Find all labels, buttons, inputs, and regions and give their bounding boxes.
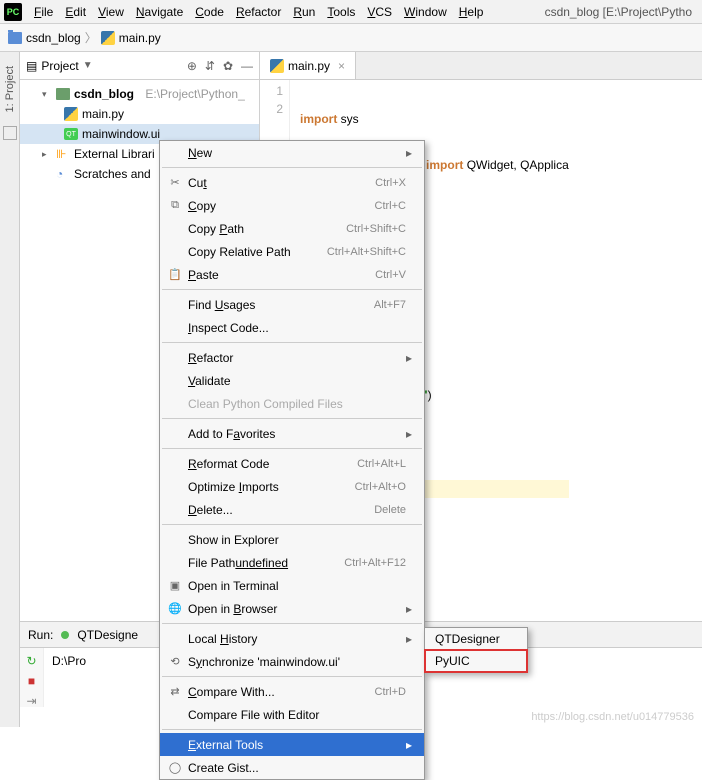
run-status-icon — [61, 631, 69, 639]
run-config-name[interactable]: QTDesigne — [77, 628, 138, 642]
ctx-refactor[interactable]: Refactor▸ — [160, 346, 424, 369]
context-menu: New▸ ✂CutCtrl+X⧉CopyCtrl+CCopy PathCtrl+S… — [159, 140, 425, 780]
submenu-pyuic[interactable]: PyUIC — [425, 650, 527, 672]
menu-help[interactable]: Help — [453, 3, 490, 21]
sidebar-title[interactable]: Project — [41, 59, 78, 73]
python-icon — [64, 107, 78, 121]
breadcrumb-file[interactable]: main.py — [119, 31, 161, 45]
ctx-copy-relative-path[interactable]: Copy Relative PathCtrl+Alt+Shift+C — [160, 240, 424, 263]
project-view-icon: ▤ — [26, 59, 37, 73]
ctx-find-usages[interactable]: Find UsagesAlt+F7 — [160, 293, 424, 316]
ctx-show-in-explorer[interactable]: Show in Explorer — [160, 528, 424, 551]
target-icon[interactable]: ⊕ — [187, 59, 197, 73]
ctx-compare-file-with-editor[interactable]: Compare File with Editor — [160, 703, 424, 726]
structure-tool-tab[interactable] — [3, 126, 17, 140]
ctx-open-in-terminal[interactable]: ▣Open in Terminal — [160, 574, 424, 597]
collapse-icon[interactable]: ⇵ — [205, 59, 215, 73]
ctx-delete-[interactable]: Delete...Delete — [160, 498, 424, 521]
menu-tools[interactable]: Tools — [321, 3, 361, 21]
watermark: https://blog.csdn.net/u014779536 — [531, 711, 694, 723]
submenu-qtdesigner[interactable]: QTDesigner — [425, 628, 527, 650]
ctx-local-history[interactable]: Local History▸ — [160, 627, 424, 650]
qt-ui-icon: QT — [64, 128, 78, 140]
menu-navigate[interactable]: Navigate — [130, 3, 189, 21]
scratches-icon: ◔ — [56, 167, 70, 181]
python-icon — [101, 31, 115, 45]
ctx-synchronize-mainwindow-ui-[interactable]: ⟲Synchronize 'mainwindow.ui' — [160, 650, 424, 673]
menu-vcs[interactable]: VCS — [361, 3, 398, 21]
ctx-compare-with-[interactable]: ⇄Compare With...Ctrl+D — [160, 680, 424, 703]
tree-root[interactable]: ▾ csdn_blog E:\Project\Python_ — [20, 84, 259, 104]
exit-icon[interactable]: ⇥ — [26, 694, 36, 708]
gear-icon[interactable]: ✿ — [223, 59, 233, 73]
close-icon[interactable]: × — [338, 59, 345, 73]
app-icon: PC — [4, 3, 22, 21]
chevron-right-icon: 〉 — [85, 29, 97, 46]
rerun-icon[interactable]: ↻ — [26, 654, 36, 668]
ctx-reformat-code[interactable]: Reformat CodeCtrl+Alt+L — [160, 452, 424, 475]
project-tool-tab[interactable]: 1: Project — [2, 58, 18, 120]
ctx-copy[interactable]: ⧉CopyCtrl+C — [160, 194, 424, 217]
editor-tabs: main.py × — [260, 52, 702, 80]
stop-icon[interactable]: ■ — [28, 674, 35, 688]
menu-file[interactable]: File — [28, 3, 59, 21]
sidebar-header: ▤ Project ▼ ⊕ ⇵ ✿ — — [20, 52, 259, 80]
menu-window[interactable]: Window — [398, 3, 453, 21]
ctx-validate[interactable]: Validate — [160, 369, 424, 392]
hide-icon[interactable]: — — [241, 59, 253, 73]
chevron-down-icon[interactable]: ▼ — [83, 60, 93, 71]
ctx-file-path[interactable]: File PathundefinedCtrl+Alt+F12 — [160, 551, 424, 574]
menu-code[interactable]: Code — [189, 3, 230, 21]
ctx-paste[interactable]: 📋PasteCtrl+V — [160, 263, 424, 286]
chevron-down-icon[interactable]: ▾ — [42, 89, 52, 100]
ctx-cut[interactable]: ✂CutCtrl+X — [160, 171, 424, 194]
chevron-right-icon[interactable]: ▸ — [42, 149, 52, 160]
ctx-open-in-browser[interactable]: 🌐Open in Browser▸ — [160, 597, 424, 620]
tree-file-main[interactable]: main.py — [20, 104, 259, 124]
editor-tab-main[interactable]: main.py × — [260, 52, 356, 79]
breadcrumb-folder[interactable]: csdn_blog — [26, 31, 81, 45]
folder-icon — [8, 32, 22, 44]
menu-run[interactable]: Run — [287, 3, 321, 21]
ctx-optimize-imports[interactable]: Optimize ImportsCtrl+Alt+O — [160, 475, 424, 498]
python-icon — [270, 59, 284, 73]
external-libs-icon: ⊪ — [56, 147, 70, 161]
tool-window-stripe: 1: Project — [0, 52, 20, 727]
ctx-add-to-favorites[interactable]: Add to Favorites▸ — [160, 422, 424, 445]
ctx-create-gist-[interactable]: ◯Create Gist... — [160, 756, 424, 779]
run-label: Run: — [28, 628, 53, 642]
menubar: PC FileEditViewNavigateCodeRefactorRunTo… — [0, 0, 702, 24]
ctx-inspect-code-[interactable]: Inspect Code... — [160, 316, 424, 339]
menu-edit[interactable]: Edit — [59, 3, 92, 21]
ctx-copy-path[interactable]: Copy PathCtrl+Shift+C — [160, 217, 424, 240]
breadcrumb: csdn_blog 〉 main.py — [0, 24, 702, 52]
project-folder-icon — [56, 88, 70, 100]
external-tools-submenu: QTDesigner PyUIC — [424, 627, 528, 673]
menu-view[interactable]: View — [92, 3, 130, 21]
run-toolbar: ↻ ■ ⇥ — [20, 648, 44, 707]
ctx-clean-python-compiled-files: Clean Python Compiled Files — [160, 392, 424, 415]
ctx-new[interactable]: New▸ — [160, 141, 424, 164]
project-title: csdn_blog [E:\Project\Pytho — [545, 5, 698, 19]
menu-refactor[interactable]: Refactor — [230, 3, 287, 21]
ctx-external-tools[interactable]: External Tools▸ — [160, 733, 424, 756]
